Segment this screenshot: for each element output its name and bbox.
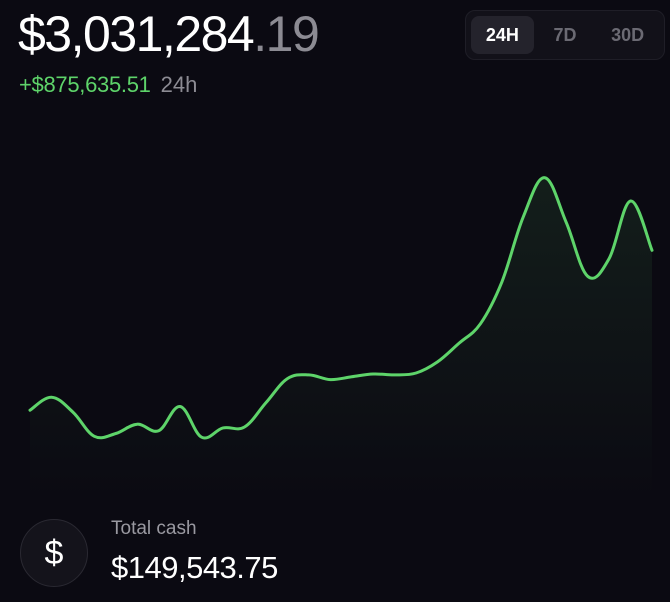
total-cash-card[interactable]: $ Total cash $149,543.75 [20,516,420,596]
total-cash-value: $149,543.75 [111,550,278,585]
balance-main: $3,031,284 [18,6,255,62]
tab-24h[interactable]: 24H [471,16,534,54]
balance-cents: .19 [253,6,320,62]
portfolio-balance: $3,031,284.19 [18,6,320,62]
chart-area-fill [30,177,652,500]
change-amount: +$875,635.51 [19,72,151,97]
change-period: 24h [160,72,198,97]
balance-change: +$875,635.51 24h [19,72,197,98]
dollar-icon: $ [20,519,88,587]
tab-30d[interactable]: 30D [596,16,659,54]
tab-7d[interactable]: 7D [534,16,597,54]
total-cash-label: Total cash [111,518,197,539]
time-range-selector: 24H 7D 30D [465,10,665,60]
